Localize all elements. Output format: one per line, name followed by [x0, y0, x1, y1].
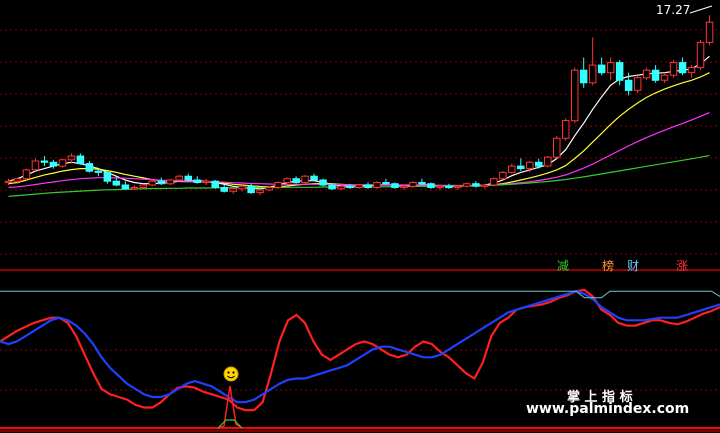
- candle: [454, 185, 462, 189]
- candle: [588, 64, 597, 84]
- candle: [157, 180, 165, 185]
- candle: [678, 62, 687, 74]
- candle: [535, 161, 543, 167]
- candle: [337, 185, 345, 190]
- candle: [184, 175, 192, 181]
- grid: [0, 29, 720, 432]
- candle: [633, 77, 642, 91]
- candle: [202, 180, 210, 183]
- candle: [103, 171, 112, 182]
- candle: [508, 165, 516, 173]
- candle: [193, 179, 201, 183]
- marker-jian: 减: [557, 259, 570, 273]
- candle: [4, 180, 13, 183]
- candle: [705, 21, 714, 43]
- candle: [112, 180, 121, 186]
- candle: [615, 62, 624, 81]
- chart-window: 17.27 减 榜 财 涨 掌 上 指 标 www.palmindex.com: [0, 0, 720, 433]
- candle: [49, 161, 58, 167]
- candle: [274, 182, 282, 188]
- price-high-label: 17.27: [656, 3, 691, 17]
- candle: [642, 69, 651, 79]
- smiley-eye: [227, 371, 230, 374]
- candle: [175, 175, 183, 181]
- candle: [328, 184, 336, 190]
- chart-canvas: [0, 5, 720, 432]
- candle: [597, 64, 606, 74]
- smiley-eye: [232, 371, 235, 374]
- candle: [76, 155, 85, 165]
- candle: [517, 165, 525, 170]
- candle: [355, 184, 363, 188]
- candle: [400, 185, 408, 189]
- candle: [40, 160, 49, 163]
- smiley-icon: [223, 366, 239, 382]
- candle: [669, 62, 678, 76]
- candle: [220, 187, 228, 192]
- osc-line-3: [0, 290, 720, 299]
- candle: [85, 163, 94, 172]
- watermark-url: www.palmindex.com: [526, 401, 690, 417]
- candle: [579, 69, 588, 84]
- candle: [301, 175, 309, 183]
- candle: [121, 184, 130, 190]
- candle: [292, 178, 300, 183]
- candle: [148, 180, 157, 186]
- candle: [256, 189, 264, 194]
- candle: [346, 185, 354, 189]
- candle: [247, 185, 255, 194]
- candle: [229, 188, 237, 192]
- candle: [687, 67, 696, 74]
- candle: [427, 183, 435, 188]
- candle: [490, 178, 498, 186]
- candle: [130, 187, 139, 190]
- candle: [696, 41, 705, 69]
- candle: [445, 185, 453, 189]
- candle: [391, 183, 399, 188]
- ma-line-1: [8, 55, 710, 190]
- candle: [373, 182, 381, 188]
- candle: [606, 62, 615, 74]
- ma-line-2: [8, 72, 710, 188]
- candle: [94, 170, 103, 173]
- candle: [624, 79, 633, 91]
- candle: [22, 169, 31, 180]
- candle: [436, 185, 444, 189]
- marker-cai: 财: [627, 259, 640, 273]
- candle: [562, 120, 570, 139]
- candle: [13, 178, 22, 182]
- candle: [418, 182, 426, 185]
- candle: [31, 160, 40, 171]
- candle: [553, 137, 561, 158]
- candle: [472, 183, 480, 187]
- high-pointer: [689, 5, 713, 14]
- candle: [238, 185, 246, 190]
- candle: [409, 182, 417, 187]
- candle: [544, 156, 552, 167]
- candle: [58, 159, 67, 167]
- candle: [526, 161, 534, 170]
- candle: [499, 171, 507, 180]
- candle: [660, 74, 669, 81]
- ma-line-3: [8, 112, 710, 189]
- candle: [364, 184, 372, 188]
- candle: [211, 180, 219, 188]
- candle: [382, 182, 390, 185]
- candle: [283, 178, 291, 183]
- candle: [67, 155, 76, 161]
- ma-line-4: [8, 154, 710, 197]
- candle: [319, 179, 327, 186]
- candle: [265, 187, 273, 191]
- candle: [481, 184, 489, 187]
- marker-zhang: 涨: [676, 259, 689, 273]
- candle: [651, 69, 660, 81]
- candle: [310, 175, 318, 181]
- candle: [166, 179, 174, 185]
- candles: [4, 5, 714, 196]
- candle: [571, 69, 579, 122]
- ma-lines: [8, 55, 710, 197]
- marker-bang: 榜: [602, 259, 615, 273]
- candle: [139, 184, 148, 188]
- candle: [463, 183, 471, 187]
